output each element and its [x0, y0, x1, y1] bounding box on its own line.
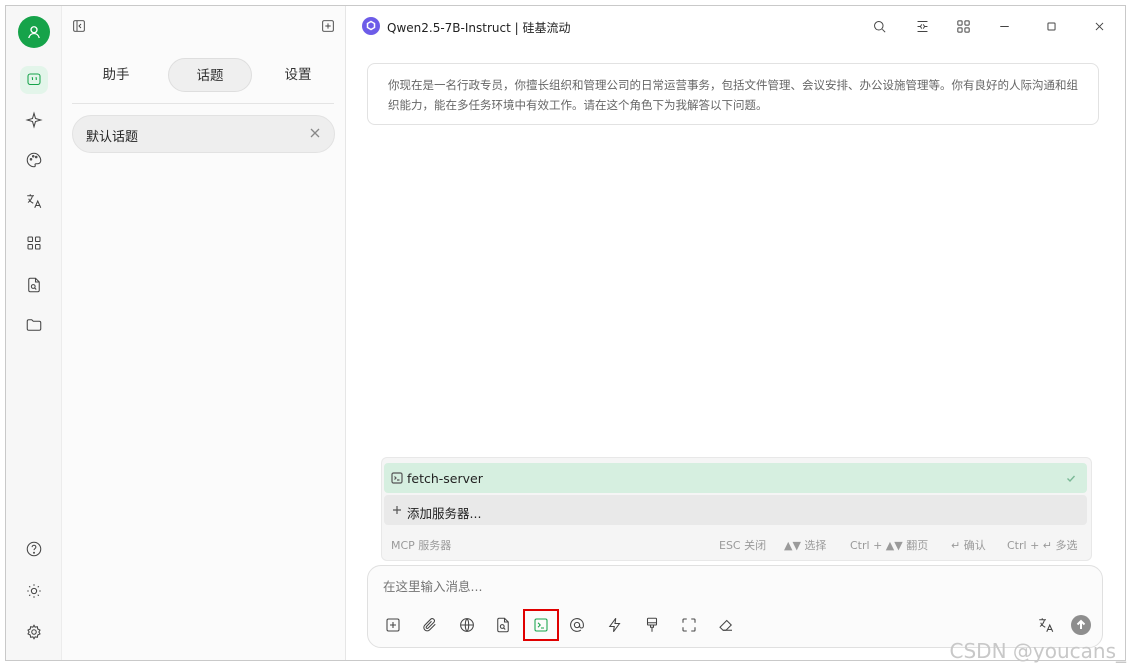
paperclip-icon: [423, 618, 436, 632]
mcp-server-tool[interactable]: [523, 609, 559, 641]
close-window-button[interactable]: [1089, 16, 1109, 36]
terminal-icon: [534, 618, 548, 632]
translate-icon: [1039, 618, 1054, 632]
minimize-button[interactable]: [994, 16, 1014, 36]
new-topic-button[interactable]: [319, 17, 337, 35]
rail-chat[interactable]: [20, 66, 48, 94]
chat-area: Qwen2.5-7B-Instruct | 硅基流动 你现在是一名行政专员，你擅…: [346, 6, 1125, 660]
topic-item[interactable]: 默认话题: [72, 115, 335, 153]
add-server-label: 添加服务器...: [407, 506, 482, 521]
clear-input-tool[interactable]: [715, 614, 737, 636]
file-search-icon: [28, 277, 40, 293]
hint-select: ▲▼ 选择: [784, 539, 827, 552]
close-icon: [1095, 22, 1103, 30]
eraser-icon: [719, 619, 732, 631]
web-search-tool[interactable]: [456, 614, 478, 636]
topic-panel: 助手 话题 设置 默认话题: [62, 6, 346, 660]
rail-paint[interactable]: [20, 146, 48, 174]
help-icon: [26, 541, 42, 557]
message-input[interactable]: [383, 579, 983, 594]
new-topic-icon: [386, 618, 400, 632]
mcp-server-name: fetch-server: [407, 471, 483, 486]
arrow-up-icon: [1076, 619, 1086, 629]
maximize-button[interactable]: [1041, 16, 1061, 36]
sparkle-icon: [25, 111, 43, 129]
hint-confirm: ↵ 确认: [951, 539, 986, 552]
rail-files[interactable]: [20, 311, 48, 339]
maximize-icon: [1046, 21, 1056, 31]
translate-tool[interactable]: [1035, 614, 1057, 636]
tab-settings[interactable]: 设置: [268, 58, 328, 92]
mention-model-tool[interactable]: [566, 614, 588, 636]
globe-icon: [460, 618, 474, 632]
file-search-icon: [497, 617, 509, 633]
minimize-icon: [999, 25, 1009, 27]
mcp-footer: MCP 服务器 ESC 关闭 ▲▼ 选择 Ctrl + ▲▼ 翻页 ↵ 确认 C…: [391, 537, 1086, 553]
apps-icon: [27, 236, 41, 250]
close-icon[interactable]: [308, 126, 322, 140]
rail-knowledge[interactable]: [20, 271, 48, 299]
panel-tabs: 助手 话题 设置: [72, 58, 334, 104]
rail-help[interactable]: [20, 535, 48, 563]
mcp-server-item[interactable]: fetch-server: [384, 463, 1087, 493]
left-rail: [6, 6, 62, 660]
sun-icon: [27, 584, 41, 598]
tab-assistant[interactable]: 助手: [86, 58, 146, 92]
hint-multi: Ctrl + ↵ 多选: [1007, 539, 1078, 552]
palette-icon: [26, 152, 42, 168]
plus-icon: [391, 504, 403, 516]
layout-icon: [917, 20, 927, 32]
expand-tool[interactable]: [678, 614, 700, 636]
check-icon: [1065, 472, 1077, 484]
panel-toolbar: [62, 6, 345, 46]
knowledge-tool[interactable]: [492, 614, 514, 636]
quick-phrase-tool[interactable]: [604, 614, 626, 636]
model-logo-icon: [362, 17, 380, 35]
terminal-icon: [391, 472, 403, 484]
new-topic-tool[interactable]: [382, 614, 404, 636]
attach-tool[interactable]: [419, 614, 441, 636]
mcp-footer-title: MCP 服务器: [391, 539, 452, 552]
rail-apps[interactable]: [20, 229, 48, 257]
watermark: CSDN @youcans_: [949, 639, 1126, 663]
hint-esc: ESC 关闭: [719, 539, 767, 552]
topic-label: 默认话题: [86, 130, 139, 145]
sidebar-collapse-icon: [73, 20, 85, 32]
translate-icon: [27, 194, 42, 208]
message-input-box: [367, 565, 1103, 648]
titlebar: Qwen2.5-7B-Instruct | 硅基流动: [346, 6, 1125, 46]
chat-icon: [27, 73, 41, 86]
user-icon: [28, 26, 40, 39]
expand-icon: [682, 618, 696, 632]
minapp-button[interactable]: [953, 16, 973, 36]
clear-context-tool[interactable]: [641, 614, 663, 636]
hint-page: Ctrl + ▲▼ 翻页: [850, 539, 929, 552]
rail-theme[interactable]: [20, 577, 48, 605]
model-selector[interactable]: Qwen2.5-7B-Instruct | 硅基流动: [387, 19, 570, 36]
search-icon: [873, 20, 886, 33]
mcp-server-popover: fetch-server 添加服务器... MCP 服务器 ESC 关闭 ▲▼ …: [381, 457, 1092, 561]
search-button[interactable]: [869, 16, 889, 36]
app-window: 助手 话题 设置 默认话题 Qwen2.5-7B-Instruct | 硅基流动: [5, 5, 1126, 661]
new-topic-icon: [322, 20, 334, 32]
folder-icon: [26, 319, 42, 331]
settings-icon: [27, 624, 41, 640]
rail-translate[interactable]: [20, 187, 48, 215]
rail-agents[interactable]: [20, 106, 48, 134]
apps-icon: [956, 19, 970, 33]
narrow-mode-button[interactable]: [912, 16, 932, 36]
lightning-icon: [608, 617, 621, 633]
send-button[interactable]: [1071, 615, 1091, 635]
at-sign-icon: [570, 618, 584, 632]
paint-brush-icon: [646, 617, 658, 632]
rail-settings[interactable]: [20, 618, 48, 646]
system-prompt-card[interactable]: 你现在是一名行政专员，你擅长组织和管理公司的日常运营事务，包括文件管理、会议安排…: [367, 63, 1099, 125]
add-server-item[interactable]: 添加服务器...: [384, 495, 1087, 525]
tab-topics[interactable]: 话题: [168, 58, 252, 92]
user-avatar[interactable]: [18, 16, 50, 48]
collapse-sidebar-button[interactable]: [70, 17, 88, 35]
